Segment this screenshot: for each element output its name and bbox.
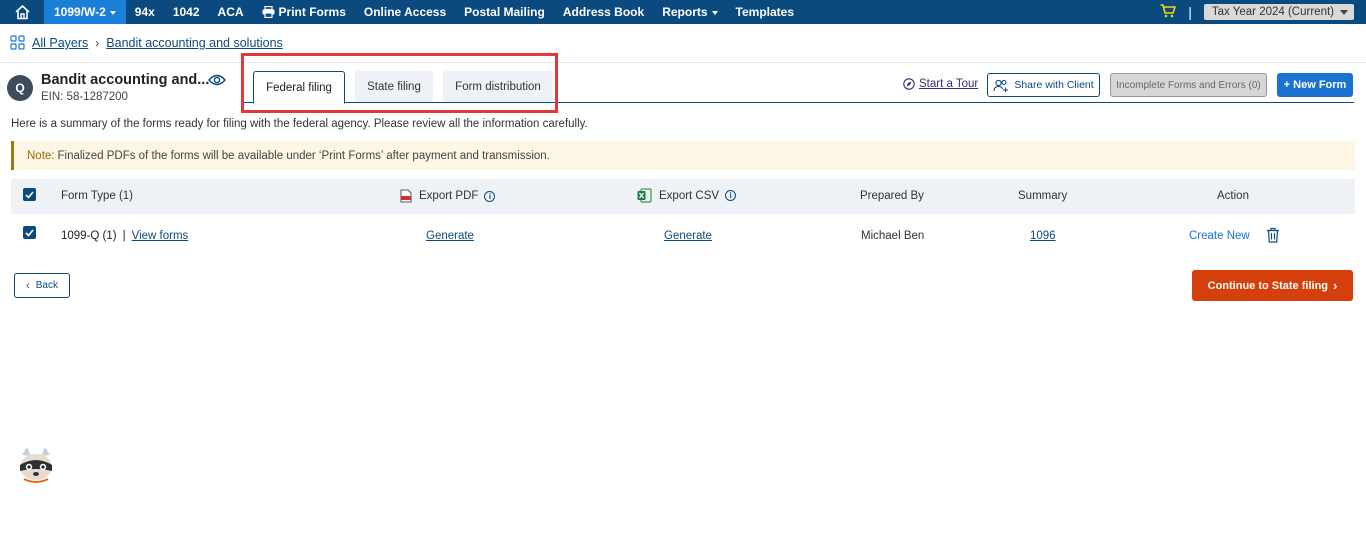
- chevron-down-icon: [711, 10, 718, 15]
- nav-templates[interactable]: Templates: [727, 0, 803, 24]
- tab-federal-filing[interactable]: Federal filing: [253, 71, 345, 104]
- header-export-pdf: Export PDF i: [400, 189, 496, 203]
- header-form-type: Form Type (1): [61, 190, 133, 202]
- nav-94x[interactable]: 94x: [126, 0, 164, 24]
- nav-postal-mailing-label: Postal Mailing: [464, 5, 545, 19]
- cell-separator: |: [122, 230, 126, 242]
- info-icon[interactable]: i: [484, 190, 496, 202]
- incomplete-forms-button[interactable]: Incomplete Forms and Errors (0): [1110, 73, 1267, 97]
- nav-1042-label: 1042: [172, 5, 200, 19]
- share-with-client-button[interactable]: Share with Client: [987, 73, 1100, 97]
- back-label: Back: [35, 280, 58, 291]
- share-with-client-label: Share with Client: [1014, 79, 1094, 91]
- start-tour-label: Start a Tour: [919, 78, 979, 90]
- summary-text: Here is a summary of the forms ready for…: [11, 118, 588, 130]
- grid-icon: [10, 35, 25, 50]
- nav-reports-label: Reports: [662, 5, 708, 19]
- prepared-by-value: Michael Ben: [861, 230, 925, 242]
- tax-year-select[interactable]: Tax Year 2024 (Current): [1203, 4, 1354, 20]
- pdf-file-icon: [400, 189, 412, 203]
- nav-1099-w2-label: 1099/W-2: [54, 5, 106, 19]
- tab-state-filing[interactable]: State filing: [355, 71, 433, 102]
- row-checkbox[interactable]: [23, 226, 36, 239]
- chevron-down-icon: [1340, 10, 1348, 15]
- nav-1042[interactable]: 1042: [164, 0, 209, 24]
- compass-icon: [903, 78, 915, 90]
- nav-postal-mailing[interactable]: Postal Mailing: [455, 0, 554, 24]
- avatar: Q: [7, 75, 33, 101]
- nav-print-forms[interactable]: Print Forms: [253, 0, 355, 24]
- tabs-underline: [244, 102, 1354, 103]
- nav-online-access[interactable]: Online Access: [355, 0, 455, 24]
- table-header: Form Type (1) Export PDF i Export CSV i …: [11, 179, 1355, 214]
- nav-address-book[interactable]: Address Book: [554, 0, 653, 24]
- summary-1096-link[interactable]: 1096: [1030, 230, 1056, 242]
- home-icon[interactable]: [0, 0, 44, 24]
- info-icon[interactable]: i: [725, 190, 737, 201]
- nav-right-group: | Tax Year 2024 (Current): [1160, 0, 1354, 24]
- start-tour-link[interactable]: Start a Tour: [903, 78, 978, 90]
- excel-icon: [637, 188, 652, 203]
- header-action: Action: [1217, 190, 1249, 202]
- header-summary: Summary: [1018, 190, 1068, 202]
- divider: [0, 62, 1366, 63]
- chevron-down-icon: [109, 10, 116, 15]
- nav-print-forms-label: Print Forms: [278, 5, 346, 19]
- tab-state-filing-label: State filing: [367, 80, 421, 93]
- note-label: Note:: [27, 149, 55, 162]
- chevron-right-icon: ›: [95, 36, 100, 50]
- tax-year-label: Tax Year 2024 (Current): [1211, 6, 1334, 18]
- mascot-raccoon-icon[interactable]: [16, 445, 56, 485]
- continue-state-filing-button[interactable]: Continue to State filing ›: [1192, 270, 1353, 301]
- form-type-cell: 1099-Q (1) | View forms: [61, 230, 188, 242]
- new-form-button[interactable]: + New Form: [1277, 73, 1353, 97]
- note-text: Finalized PDFs of the forms will be avai…: [57, 149, 550, 162]
- form-type-value: 1099-Q (1): [61, 230, 117, 242]
- payer-ein: EIN: 58-1287200: [41, 91, 128, 103]
- view-forms-link[interactable]: View forms: [132, 230, 189, 242]
- chevron-left-icon: ‹: [26, 279, 30, 292]
- generate-pdf-link[interactable]: Generate: [426, 230, 474, 242]
- nav-94x-label: 94x: [134, 5, 155, 19]
- chevron-right-icon: ›: [1333, 278, 1338, 293]
- printer-icon: [262, 6, 275, 18]
- nav-templates-label: Templates: [735, 5, 794, 19]
- nav-aca[interactable]: ACA: [209, 0, 253, 24]
- back-button[interactable]: ‹ Back: [14, 273, 70, 298]
- breadcrumb-current-payer[interactable]: Bandit accounting and solutions: [106, 36, 283, 50]
- eye-icon[interactable]: [208, 73, 226, 90]
- tab-form-distribution-label: Form distribution: [455, 80, 541, 93]
- header-export-csv-label: Export CSV: [659, 189, 720, 202]
- nav-separator: |: [1188, 4, 1192, 20]
- nav-1099-w2[interactable]: 1099/W-2: [44, 0, 126, 24]
- header-export-csv: Export CSV i: [637, 188, 737, 203]
- table-row: 1099-Q (1) | View forms Generate Generat…: [11, 214, 1355, 258]
- header-export-pdf-label: Export PDF: [419, 190, 479, 202]
- payer-name: Bandit accounting and...: [41, 72, 210, 88]
- tab-form-distribution[interactable]: Form distribution: [443, 71, 553, 102]
- top-navigation: 1099/W-2 94x 1042 ACA Print Forms Online…: [0, 0, 1366, 24]
- breadcrumb-all-payers[interactable]: All Payers: [32, 36, 88, 50]
- continue-label: Continue to State filing: [1207, 279, 1329, 292]
- nav-aca-label: ACA: [217, 5, 244, 19]
- note-banner: Note: Finalized PDFs of the forms will b…: [11, 141, 1355, 170]
- header-prepared-by: Prepared By: [860, 190, 924, 202]
- cart-icon[interactable]: [1160, 3, 1177, 21]
- tab-federal-filing-label: Federal filing: [266, 81, 332, 94]
- nav-address-book-label: Address Book: [562, 5, 645, 19]
- trash-icon[interactable]: [1266, 227, 1280, 243]
- nav-reports[interactable]: Reports: [653, 0, 726, 24]
- generate-csv-link[interactable]: Generate: [664, 230, 712, 242]
- incomplete-forms-label: Incomplete Forms and Errors (0): [1116, 79, 1261, 91]
- create-new-link[interactable]: Create New: [1189, 230, 1250, 242]
- new-form-label: + New Form: [1283, 79, 1347, 91]
- select-all-checkbox[interactable]: [23, 188, 36, 201]
- breadcrumb: All Payers › Bandit accounting and solut…: [10, 35, 283, 51]
- nav-online-access-label: Online Access: [363, 5, 447, 19]
- share-users-icon: [993, 79, 1009, 92]
